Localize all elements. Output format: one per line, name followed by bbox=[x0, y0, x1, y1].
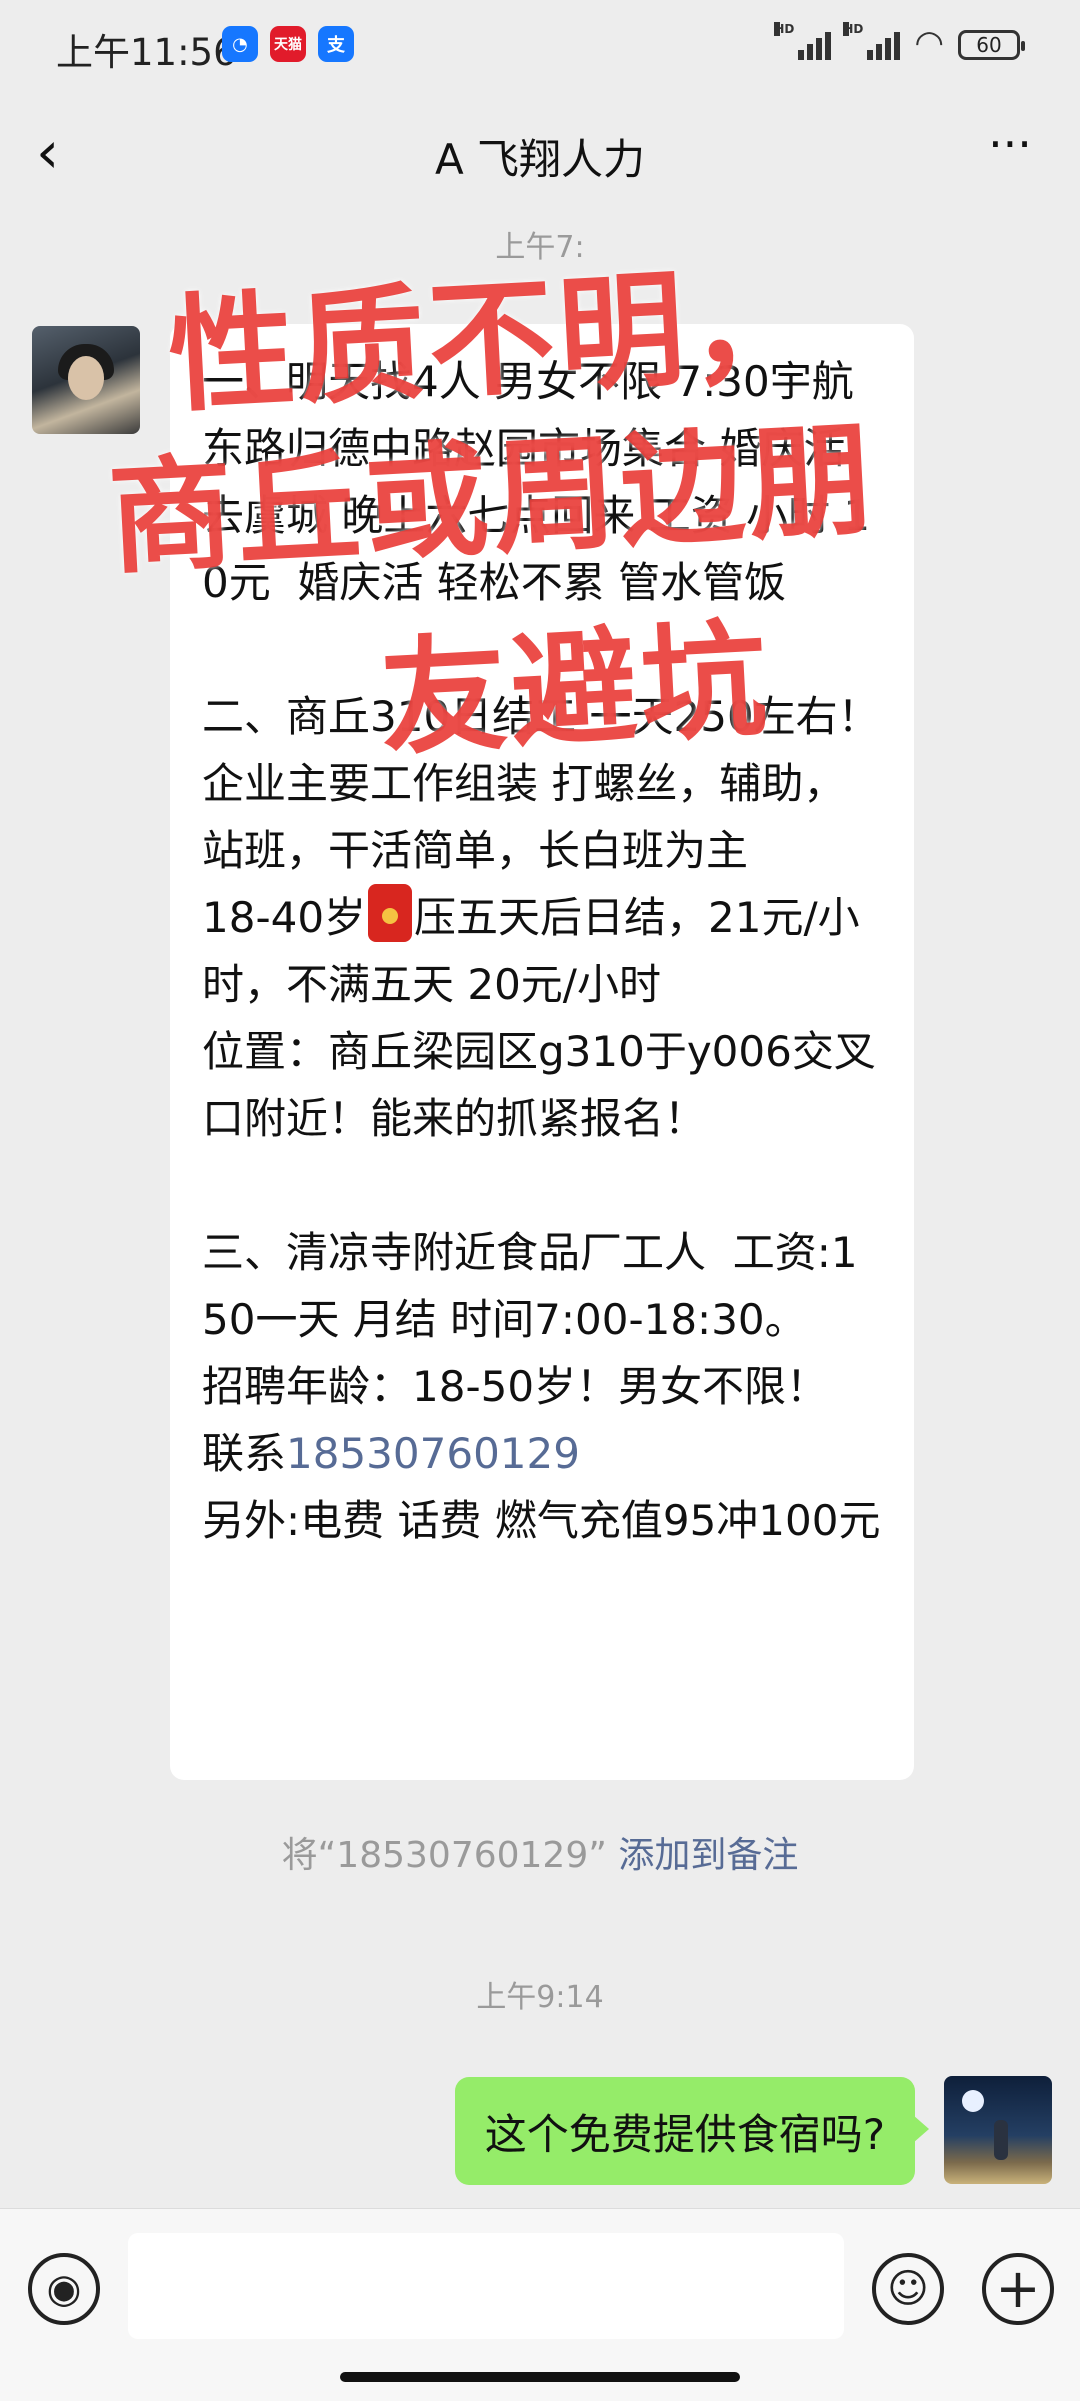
chat-title: A 飞翔人力 bbox=[434, 135, 646, 184]
status-right: HD HD ◠ 60 bbox=[774, 22, 1025, 63]
signal-icon-2: HD bbox=[843, 22, 901, 60]
battery-icon: 60 bbox=[958, 30, 1025, 60]
plus-icon[interactable]: + bbox=[982, 2253, 1054, 2325]
my-avatar[interactable] bbox=[944, 2076, 1052, 2184]
message-input[interactable] bbox=[128, 2233, 844, 2339]
add-to-notes-hint: 将“18530760129” 添加到备注 bbox=[281, 1835, 799, 1876]
home-indicator[interactable] bbox=[340, 2372, 740, 2382]
alipay-icon: 支 bbox=[318, 26, 354, 62]
chat-header: ‹ A 飞翔人力 ··· bbox=[0, 96, 1080, 212]
status-time: 上午11:56 bbox=[56, 31, 237, 74]
wifi-icon: ◠ bbox=[914, 23, 944, 63]
baidu-netdisk-icon: ◔ bbox=[222, 26, 258, 62]
battery-level: 60 bbox=[976, 33, 1002, 57]
emoji-icon[interactable]: ☺ bbox=[872, 2253, 944, 2325]
voice-input-icon[interactable]: ◉ bbox=[28, 2253, 100, 2325]
more-options-icon[interactable]: ··· bbox=[978, 116, 1042, 180]
warning-overlay-line-3: 友避坑 bbox=[376, 605, 775, 774]
phone-number-link[interactable]: 18530760129 bbox=[286, 1429, 580, 1478]
outgoing-message-bubble[interactable]: 这个免费提供食宿吗? bbox=[454, 2077, 930, 2185]
status-bar: 上午11:56 ◔ 天猫 支 HD HD ◠ 60 bbox=[0, 0, 1080, 96]
timestamp-2: 上午9:14 bbox=[476, 1980, 604, 2015]
tmall-icon: 天猫 bbox=[270, 26, 306, 62]
add-to-notes-link[interactable]: 添加到备注 bbox=[618, 1835, 798, 1876]
signal-icon: HD bbox=[774, 22, 832, 60]
outgoing-message-text: 这个免费提供食宿吗? bbox=[484, 2109, 885, 2159]
red-envelope-icon bbox=[368, 884, 413, 942]
status-app-icons: ◔ 天猫 支 bbox=[222, 26, 354, 62]
